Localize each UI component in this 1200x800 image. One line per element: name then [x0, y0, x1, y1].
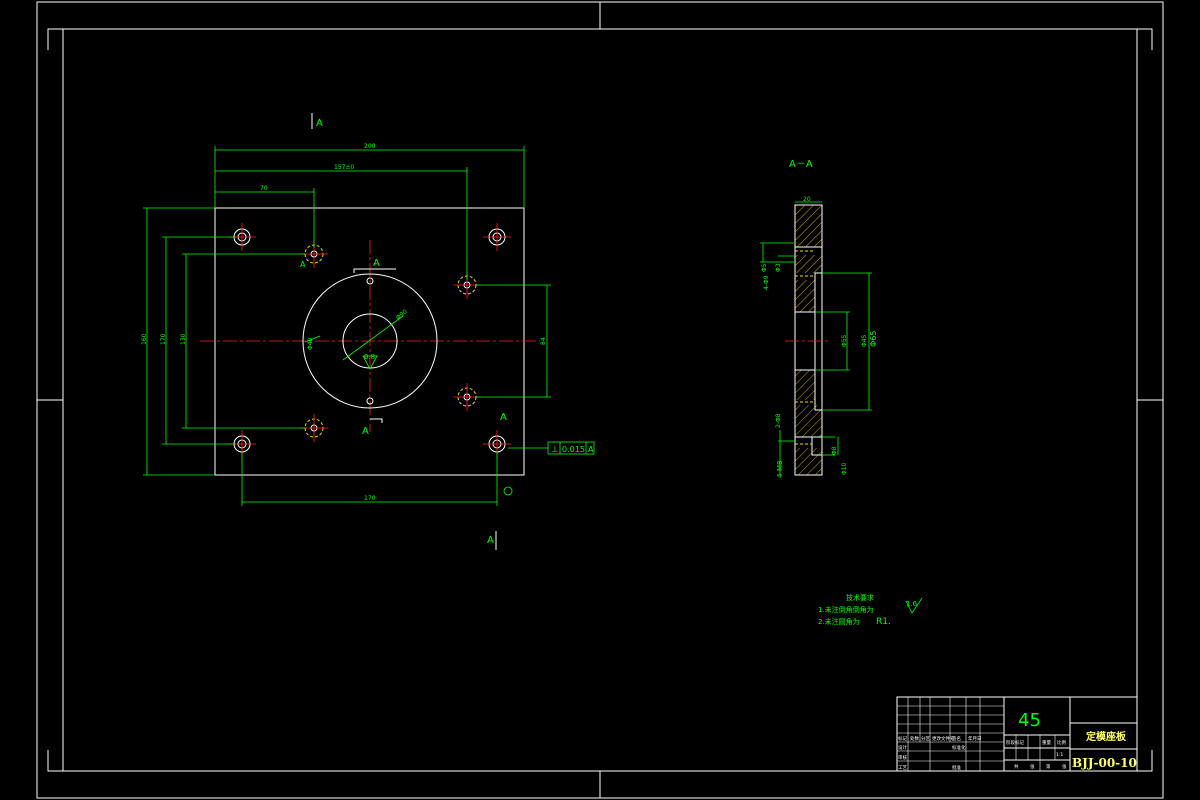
tb-stage-label-2: 比例 — [1057, 739, 1066, 746]
tb-approve-label: 批准 — [952, 764, 961, 771]
sec-dim-right: Φ45 — [861, 334, 868, 347]
notes-line1: 1.未注倒角倒角为 — [818, 605, 874, 614]
tb-std-label: 标准化 — [952, 744, 966, 751]
technical-notes: 技术要求 1.未注倒角倒角为 2.未注圆角为 R1. 1.6 — [818, 593, 923, 627]
section-marker-top: A — [316, 118, 323, 129]
tb-part-name: 定模座板 — [1086, 730, 1127, 743]
dim-top-mid: 157±0 — [334, 164, 354, 171]
dim-center-dia: Φ90 — [395, 308, 409, 321]
sheet-border — [36, 1, 1164, 799]
tb-side-label-0: 设计 — [898, 744, 907, 751]
dim-left-inner: 130 — [180, 333, 187, 345]
sec-dim-bot1: 2-Φ8 — [775, 413, 782, 428]
tb-sheet-3: 张 — [1062, 763, 1067, 770]
title-block: 标记 处数 分区 更改文件号 签名 年月日 设计 审核 工艺 标准化 批准 阶段… — [896, 696, 1138, 772]
sec-dim-left3: 4-Φ9 — [763, 275, 770, 290]
sec-dim-left1: Φ5 — [761, 263, 768, 272]
dim-right-span: 84 — [540, 337, 547, 345]
tol-symbol: ⊥ — [551, 445, 559, 455]
dim-top-overall: 200 — [364, 143, 376, 150]
tb-row-label-0: 标记 — [898, 735, 907, 742]
section-cut-markers — [311, 113, 497, 550]
cad-drawing: ⊥ 0.015 A 200 157±0 70 160 170 130 84 17… — [36, 1, 1164, 799]
dim-bore-dia: Φ40 — [307, 337, 314, 350]
section-marker-left-hole: A — [300, 260, 306, 269]
section-marker-right-lower: A — [500, 412, 507, 423]
sec-dim-top: 20 — [803, 196, 811, 203]
sec-dim-mid2: Φ55 — [841, 334, 848, 347]
tol-value: 0.015 — [562, 445, 585, 454]
tb-row-label-2: 分区 — [921, 735, 930, 742]
plate-outline — [214, 207, 525, 476]
tol-datum: A — [588, 445, 594, 454]
section-title: A－A — [789, 159, 813, 170]
tb-scale: 1:1 — [1056, 752, 1063, 758]
notes-line2-value: R1. — [876, 617, 891, 627]
sec-dim-bot3: Φ8 — [831, 446, 838, 455]
tb-stage-label-0: 阶段标记 — [1006, 739, 1024, 746]
tb-row-label-5: 年月日 — [968, 735, 982, 742]
dim-top-left: 70 — [260, 185, 268, 192]
sec-dim-left2: Φ3 — [775, 263, 782, 272]
tb-stage-label-1: 重量 — [1042, 739, 1051, 746]
tb-drawing-no: BJJ-00-10 — [1072, 756, 1137, 770]
section-marker-center-bottom: A — [362, 426, 369, 437]
tb-row-label-1: 处数 — [910, 735, 919, 742]
front-view: ⊥ 0.015 A 200 157±0 70 160 170 130 84 17… — [141, 113, 595, 550]
notes-line2: 2.未注圆角为 — [818, 617, 860, 626]
dim-left-mid: 170 — [160, 333, 167, 345]
tolerance-frame: ⊥ 0.015 A — [547, 441, 595, 455]
sec-dim-bot4: Φ10 — [841, 462, 848, 475]
tb-sheet-1: 张 — [1030, 763, 1035, 770]
tb-row-label-4: 签名 — [952, 735, 961, 742]
section-view: A－A 20 Φ5 Φ3 4-Φ9 Φ65 Φ55 Φ45 2-Φ8 4-M8 … — [760, 159, 878, 478]
sec-dim-bot2: 4-M8 — [776, 461, 784, 478]
section-marker-bottom: A — [487, 535, 494, 546]
tb-sheet-0: 共 — [1014, 763, 1019, 770]
dim-left-outer: 160 — [141, 333, 148, 345]
tb-material: 45 — [1018, 710, 1041, 731]
notes-heading: 技术要求 — [846, 593, 874, 602]
section-marker-center-top: A — [373, 258, 380, 269]
tb-sheet-2: 第 — [1046, 763, 1051, 770]
dim-bottom-width: 170 — [364, 495, 376, 502]
dim-roughness-center: 0.8 — [364, 353, 375, 361]
tb-side-label-2: 工艺 — [898, 765, 907, 771]
sec-dim-mid: Φ65 — [869, 331, 878, 347]
tb-side-label-1: 审核 — [898, 754, 907, 761]
